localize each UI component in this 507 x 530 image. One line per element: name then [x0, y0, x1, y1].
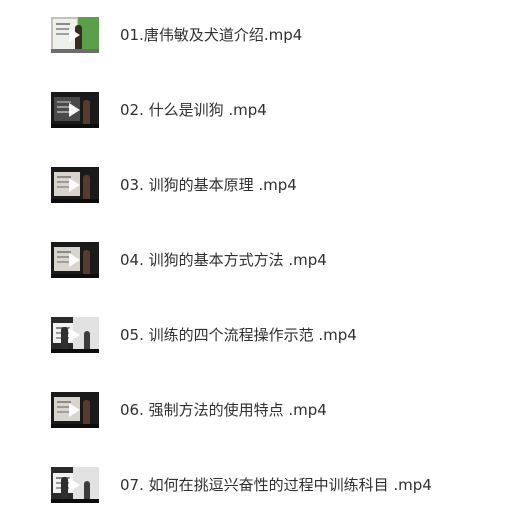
- video-thumbnail-icon[interactable]: [51, 317, 99, 353]
- play-icon: [69, 103, 80, 117]
- file-item[interactable]: 01.唐伟敏及犬道介绍.mp4: [0, 5, 507, 65]
- play-icon: [69, 403, 80, 417]
- file-name[interactable]: 07. 如何在挑逗兴奋性的过程中训练科目 .mp4: [120, 474, 432, 496]
- video-thumbnail-icon[interactable]: [51, 392, 99, 428]
- file-item[interactable]: 05. 训练的四个流程操作示范 .mp4: [0, 305, 507, 365]
- file-name[interactable]: 06. 强制方法的使用特点 .mp4: [120, 399, 327, 421]
- file-name[interactable]: 05. 训练的四个流程操作示范 .mp4: [120, 324, 357, 346]
- file-name[interactable]: 02. 什么是训狗 .mp4: [120, 99, 267, 121]
- file-list: 01.唐伟敏及犬道介绍.mp4 02. 什么是训狗 .mp4 03. 训狗的基本…: [0, 0, 507, 530]
- video-thumbnail-icon[interactable]: [51, 17, 99, 53]
- file-item[interactable]: 07. 如何在挑逗兴奋性的过程中训练科目 .mp4: [0, 455, 507, 515]
- play-icon: [69, 253, 80, 267]
- file-item[interactable]: 02. 什么是训狗 .mp4: [0, 80, 507, 140]
- file-name[interactable]: 01.唐伟敏及犬道介绍.mp4: [120, 24, 302, 46]
- play-icon: [69, 28, 80, 42]
- file-item[interactable]: 04. 训狗的基本方式方法 .mp4: [0, 230, 507, 290]
- video-thumbnail-icon[interactable]: [51, 467, 99, 503]
- file-item[interactable]: 03. 训狗的基本原理 .mp4: [0, 155, 507, 215]
- video-thumbnail-icon[interactable]: [51, 92, 99, 128]
- play-icon: [69, 478, 80, 492]
- file-item[interactable]: 06. 强制方法的使用特点 .mp4: [0, 380, 507, 440]
- file-name[interactable]: 04. 训狗的基本方式方法 .mp4: [120, 249, 327, 271]
- play-icon: [69, 178, 80, 192]
- file-name[interactable]: 03. 训狗的基本原理 .mp4: [120, 174, 297, 196]
- video-thumbnail-icon[interactable]: [51, 167, 99, 203]
- video-thumbnail-icon[interactable]: [51, 242, 99, 278]
- play-icon: [69, 328, 80, 342]
